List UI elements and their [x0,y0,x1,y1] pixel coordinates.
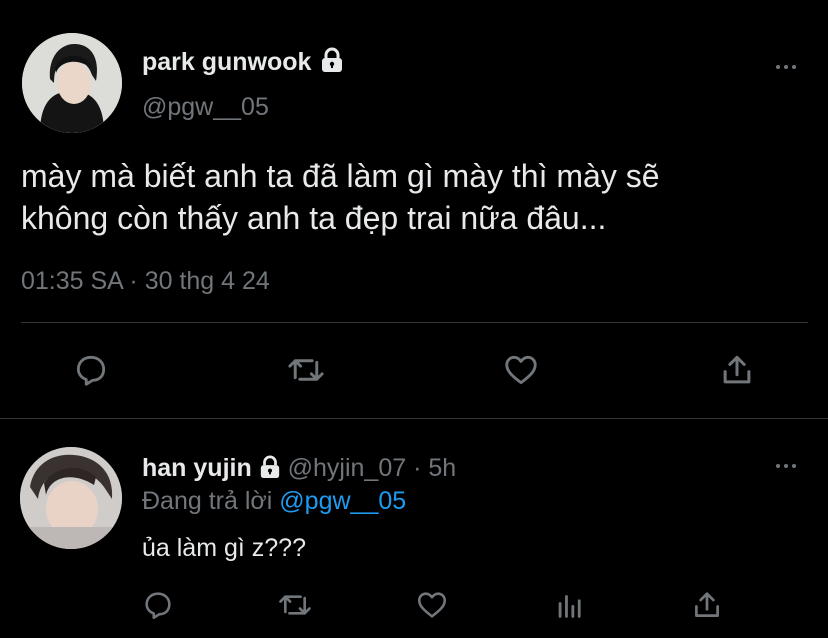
share-icon [723,355,751,384]
reply-button[interactable] [69,348,113,392]
tweet-text-line-2: không còn thấy anh ta đẹp trai nữa đâu..… [21,200,607,236]
reply-display-name[interactable]: han yujin [142,454,252,482]
tweet-text-line-1: mày mà biết anh ta đã làm gì mày thì mày… [21,158,660,194]
divider [0,418,828,419]
retweet-icon [288,359,324,381]
reply-time[interactable]: · 5h [413,454,456,482]
reply-icon [76,355,106,386]
handle[interactable]: @pgw__05 [142,91,269,123]
reply-analytics-button[interactable] [548,583,592,627]
share-button[interactable] [715,348,759,392]
share-icon [695,592,719,617]
retweet-icon [279,595,311,615]
like-icon [505,355,537,385]
tweet-text: mày mà biết anh ta đã làm gì mày thì mày… [21,155,811,239]
reply-more-options-icon[interactable] [772,459,800,473]
reply-avatar[interactable] [20,447,122,549]
reply-retweet-button[interactable] [273,583,317,627]
more-options-icon[interactable] [772,60,800,74]
like-button[interactable] [499,348,543,392]
divider [21,322,808,323]
reply-header: han yujin @hyjin_07 · 5h [142,452,456,484]
reply-like-button[interactable] [410,583,454,627]
avatar[interactable] [22,33,122,133]
reply-avatar-image [20,447,122,549]
display-name-text: park gunwook [142,48,312,76]
reply-handle[interactable]: @hyjin_07 [288,454,407,482]
handle-text: @pgw__05 [142,93,269,121]
timestamp[interactable]: 01:35 SA · 30 thg 4 24 [21,265,270,297]
timestamp-text: 01:35 SA · 30 thg 4 24 [21,267,270,295]
replying-to: Đang trả lời @pgw__05 [142,485,406,517]
lock-icon [260,455,279,478]
replying-to-label: Đang trả lời [142,487,273,515]
replying-to-link[interactable]: @pgw__05 [279,487,406,515]
reply-text: ủa làm gì z??? [142,534,306,562]
like-icon [417,592,447,618]
analytics-icon [558,595,581,618]
display-name[interactable]: park gunwook [142,45,344,79]
lock-icon [322,47,343,73]
avatar-image [22,33,122,133]
reply-reply-button[interactable] [136,583,180,627]
retweet-button[interactable] [284,348,328,392]
reply-share-button[interactable] [685,583,729,627]
reply-icon [145,592,171,620]
